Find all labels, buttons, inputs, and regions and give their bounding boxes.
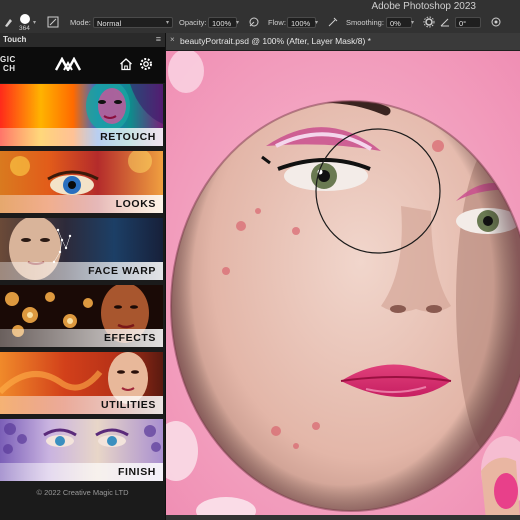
flow-label: Flow: (268, 18, 286, 27)
document-tab[interactable]: × beautyPortrait.psd @ 100% (After, Laye… (166, 33, 520, 51)
brand-text: GIC CH (0, 55, 16, 73)
creative-magic-panel: Touch ≡ GIC CH RETOUCH LOOKS FACE WARP E… (0, 33, 166, 520)
smoothing-gear-icon[interactable] (423, 16, 435, 28)
tile-effects-label: EFFECTS (103, 332, 156, 344)
pressure-size-icon[interactable] (490, 16, 502, 28)
home-icon[interactable] (119, 57, 133, 71)
airbrush-icon[interactable] (327, 16, 339, 28)
opacity-field[interactable]: 100% (208, 17, 237, 28)
options-bar: 364 ▾ Mode: Normal ▾ Opacity: 100% ▾ Flo… (0, 13, 520, 34)
pressure-opacity-icon[interactable] (248, 16, 260, 28)
mode-label: Mode: (70, 18, 91, 27)
tile-looks[interactable]: LOOKS (0, 151, 163, 213)
document-canvas[interactable] (166, 51, 520, 520)
opacity-label: Opacity: (179, 18, 207, 27)
brush-preset-chevron-icon[interactable]: ▾ (33, 17, 36, 29)
tile-utilities[interactable]: UTILITIES (0, 352, 163, 414)
opacity-value: 100% (212, 19, 232, 28)
creative-magic-logo-icon (55, 57, 81, 71)
flow-chevron-icon[interactable]: ▾ (315, 17, 318, 29)
close-tab-icon[interactable]: × (170, 35, 175, 44)
opacity-chevron-icon[interactable]: ▾ (236, 17, 239, 29)
angle-field[interactable]: 0° (455, 17, 481, 28)
flow-field[interactable]: 100% (287, 17, 316, 28)
title-bar: Adobe Photoshop 2023 (0, 0, 520, 13)
tile-retouch-label: RETOUCH (100, 131, 156, 143)
smoothing-chevron-icon[interactable]: ▾ (411, 17, 414, 29)
status-bar (166, 515, 520, 520)
smoothing-field[interactable]: 0% (386, 17, 412, 28)
tile-finish[interactable]: FINISH (0, 419, 163, 481)
mode-select[interactable]: Normal ▾ (93, 17, 173, 28)
tile-effects[interactable]: EFFECTS (0, 285, 163, 347)
app-title: Adobe Photoshop 2023 (371, 1, 476, 12)
panel-header: GIC CH (0, 47, 165, 83)
panel-tab-title: Touch (3, 35, 27, 44)
panel-menu-icon[interactable]: ≡ (156, 34, 161, 44)
tile-face-warp[interactable]: FACE WARP (0, 218, 163, 280)
tile-utilities-label: UTILITIES (101, 399, 156, 411)
brush-preset-swatch[interactable] (20, 14, 30, 24)
copyright-text: © 2022 Creative Magic LTD (36, 488, 129, 497)
portrait-image (166, 51, 520, 520)
brush-settings-icon[interactable] (47, 16, 59, 28)
settings-gear-icon[interactable] (139, 57, 153, 71)
mode-chevron-icon: ▾ (165, 20, 169, 26)
panel-tab[interactable]: Touch ≡ (0, 33, 165, 47)
tile-looks-label: LOOKS (115, 198, 156, 210)
brush-tool-icon[interactable] (3, 16, 15, 28)
smoothing-value: 0% (390, 19, 401, 28)
angle-value: 0° (459, 19, 467, 28)
tile-retouch[interactable]: RETOUCH (0, 84, 163, 146)
tile-face-warp-label: FACE WARP (88, 265, 156, 277)
document-tab-title: beautyPortrait.psd @ 100% (After, Layer … (180, 36, 371, 46)
tile-finish-label: FINISH (117, 466, 156, 478)
smoothing-label: Smoothing: (346, 18, 384, 27)
angle-icon (440, 18, 449, 27)
mode-value: Normal (97, 19, 122, 28)
brush-size-value: 364 (19, 25, 30, 32)
flow-value: 100% (291, 19, 311, 28)
